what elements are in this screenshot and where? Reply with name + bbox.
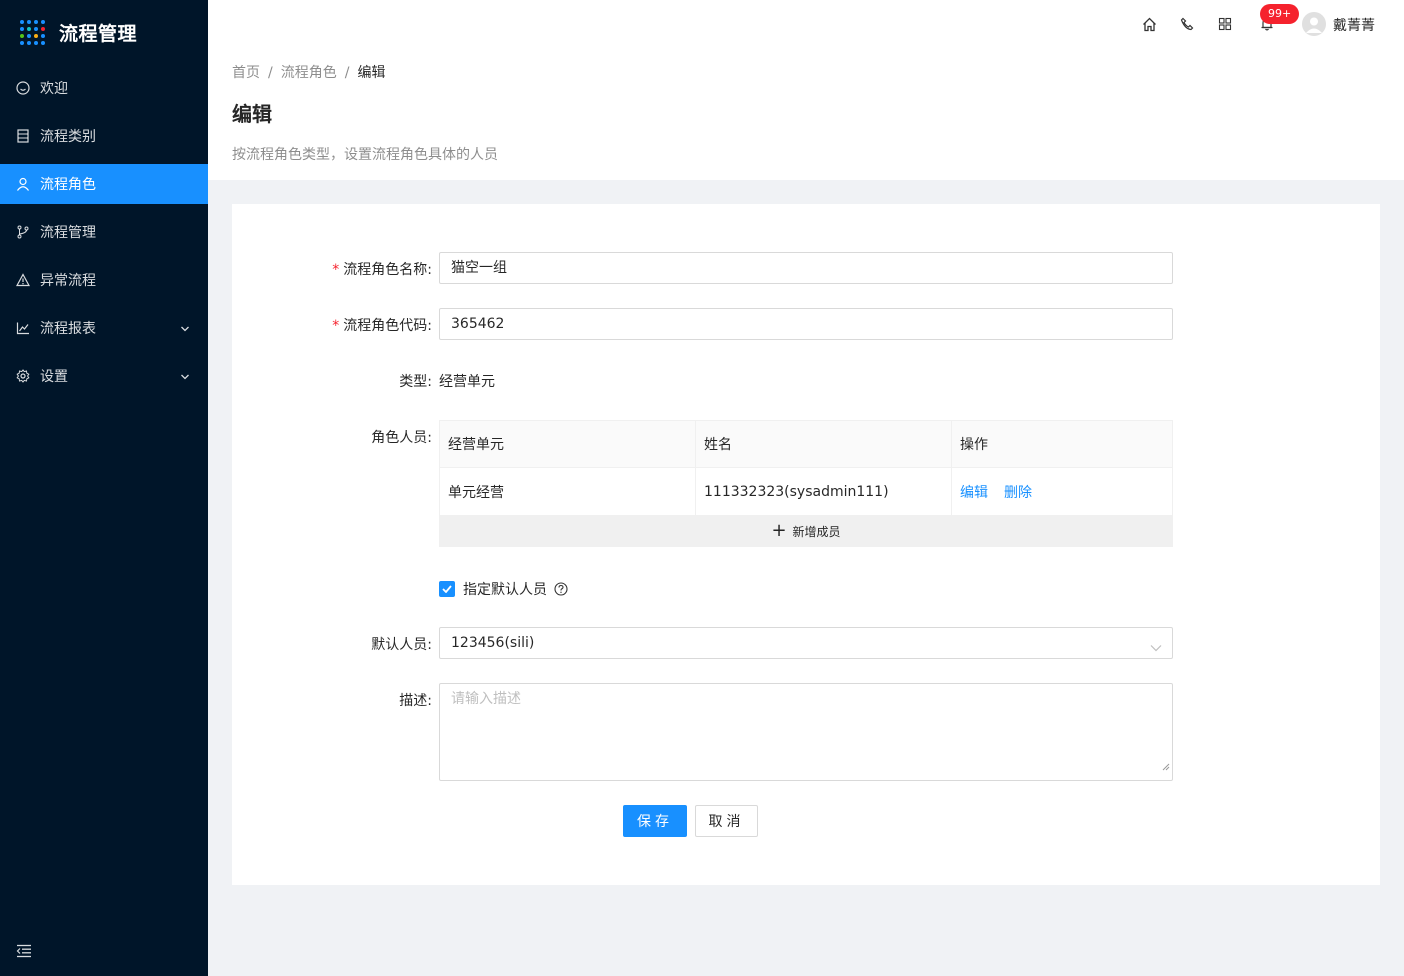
breadcrumb-parent[interactable]: 流程角色 bbox=[281, 65, 337, 81]
top-header: 99+ 戴菁菁 bbox=[208, 0, 1404, 48]
sidebar-item-label: 流程角色 bbox=[40, 177, 96, 193]
sidebar-item-label: 流程报表 bbox=[40, 321, 96, 337]
breadcrumb-separator: / bbox=[268, 65, 273, 81]
description-placeholder: 请输入描述 bbox=[451, 691, 521, 707]
branch-icon bbox=[16, 225, 30, 239]
role-name-label: * 流程角色名称: bbox=[332, 262, 432, 278]
sidebar-item-report[interactable]: 流程报表 bbox=[0, 308, 208, 348]
breadcrumb-separator: / bbox=[344, 65, 350, 81]
sidebar-item-process[interactable]: 流程管理 bbox=[0, 212, 208, 252]
user-icon bbox=[16, 177, 30, 191]
breadcrumb: 首页 / 流程角色 / 编辑 bbox=[232, 62, 385, 82]
cell-unit: 单元经营 bbox=[440, 468, 696, 515]
add-member-label: 新增成员 bbox=[792, 524, 841, 539]
app-title: 流程管理 bbox=[59, 22, 138, 45]
check-icon bbox=[442, 585, 452, 593]
resize-handle-icon[interactable] bbox=[1162, 756, 1170, 778]
default-person-value: 123456(sili) bbox=[451, 635, 535, 651]
setting-icon bbox=[16, 369, 30, 383]
cell-actions: 编辑 删除 bbox=[952, 468, 1172, 515]
role-name-input[interactable]: 猫空一组 bbox=[439, 252, 1173, 284]
column-header: 经营单元 bbox=[440, 421, 696, 467]
appstore-icon[interactable] bbox=[1217, 16, 1233, 32]
column-header: 姓名 bbox=[696, 421, 952, 467]
phone-icon[interactable] bbox=[1179, 16, 1195, 32]
breadcrumb-current: 编辑 bbox=[357, 65, 386, 81]
sidebar: 流程管理 欢迎 流程类别 流程角色 流程管理 异常流程 流程报表 设置 bbox=[0, 0, 208, 976]
default-person-checkbox[interactable] bbox=[439, 581, 455, 597]
table-row: 单元经营 111332323(sysadmin111) 编辑 删除 bbox=[440, 468, 1172, 515]
sidebar-item-label: 设置 bbox=[40, 369, 68, 385]
logo[interactable]: 流程管理 bbox=[0, 0, 208, 64]
required-mark: * bbox=[332, 318, 340, 334]
sidebar-item-label: 异常流程 bbox=[40, 273, 96, 289]
sidebar-item-category[interactable]: 流程类别 bbox=[0, 116, 208, 156]
required-mark: * bbox=[332, 262, 340, 278]
members-label: 角色人员: bbox=[371, 430, 432, 446]
table-icon bbox=[16, 129, 30, 143]
edit-link[interactable]: 编辑 bbox=[960, 482, 988, 502]
column-header: 操作 bbox=[960, 437, 988, 453]
members-table: 经营单元 姓名 操作 单元经营 111332323(sysadmin111) 编… bbox=[439, 420, 1173, 516]
page-header: 首页 / 流程角色 / 编辑 编辑 按流程角色类型，设置流程角色具体的人员 bbox=[208, 48, 1404, 180]
app-grid-icon bbox=[20, 19, 45, 45]
default-person-label: 默认人员: bbox=[371, 637, 432, 653]
username[interactable]: 戴菁菁 bbox=[1333, 15, 1375, 35]
question-circle-icon[interactable] bbox=[554, 582, 568, 596]
sidebar-item-exception[interactable]: 异常流程 bbox=[0, 260, 208, 300]
menu-fold-icon[interactable] bbox=[16, 944, 34, 960]
breadcrumb-home[interactable]: 首页 bbox=[232, 65, 260, 81]
chevron-down-icon bbox=[1150, 638, 1162, 660]
description-textarea[interactable]: 请输入描述 bbox=[439, 683, 1173, 781]
page-description: 按流程角色类型，设置流程角色具体的人员 bbox=[232, 147, 498, 163]
description-label: 描述: bbox=[399, 693, 432, 709]
chevron-down-icon bbox=[180, 370, 190, 386]
avatar[interactable] bbox=[1302, 12, 1326, 36]
form-card: * 流程角色名称: 猫空一组 * 流程角色代码: 365462 类型: 经营单元 角… bbox=[232, 204, 1380, 885]
default-person-checkbox-group: 指定默认人员 bbox=[439, 579, 568, 599]
smile-icon bbox=[16, 81, 30, 95]
type-value: 经营单元 bbox=[439, 374, 495, 390]
type-label: 类型: bbox=[399, 374, 432, 390]
role-code-input[interactable]: 365462 bbox=[439, 308, 1173, 340]
sidebar-menu: 欢迎 流程类别 流程角色 流程管理 异常流程 流程报表 设置 bbox=[0, 68, 208, 396]
role-code-label: * 流程角色代码: bbox=[332, 318, 432, 334]
delete-link[interactable]: 删除 bbox=[1004, 482, 1032, 502]
sidebar-item-label: 流程管理 bbox=[40, 225, 96, 241]
page-title: 编辑 bbox=[232, 102, 272, 126]
sidebar-item-label: 流程类别 bbox=[40, 129, 96, 145]
default-person-checkbox-label[interactable]: 指定默认人员 bbox=[463, 579, 547, 599]
sidebar-item-welcome[interactable]: 欢迎 bbox=[0, 68, 208, 108]
save-button[interactable]: 保存 bbox=[623, 805, 687, 837]
cell-name: 111332323(sysadmin111) bbox=[696, 468, 952, 515]
table-header: 经营单元 姓名 操作 bbox=[440, 421, 1172, 468]
sidebar-item-role[interactable]: 流程角色 bbox=[0, 164, 208, 204]
notification-badge: 99+ bbox=[1260, 4, 1300, 24]
plus-icon: + bbox=[771, 520, 787, 541]
add-member-button[interactable]: + 新增成员 bbox=[439, 515, 1173, 547]
home-icon[interactable] bbox=[1141, 16, 1157, 32]
cancel-button[interactable]: 取消 bbox=[695, 805, 758, 837]
chevron-down-icon bbox=[180, 322, 190, 338]
warning-icon bbox=[16, 273, 30, 287]
sidebar-item-label: 欢迎 bbox=[40, 81, 68, 97]
line-chart-icon bbox=[16, 321, 30, 335]
default-person-select[interactable]: 123456(sili) bbox=[439, 627, 1173, 659]
sidebar-item-settings[interactable]: 设置 bbox=[0, 356, 208, 396]
